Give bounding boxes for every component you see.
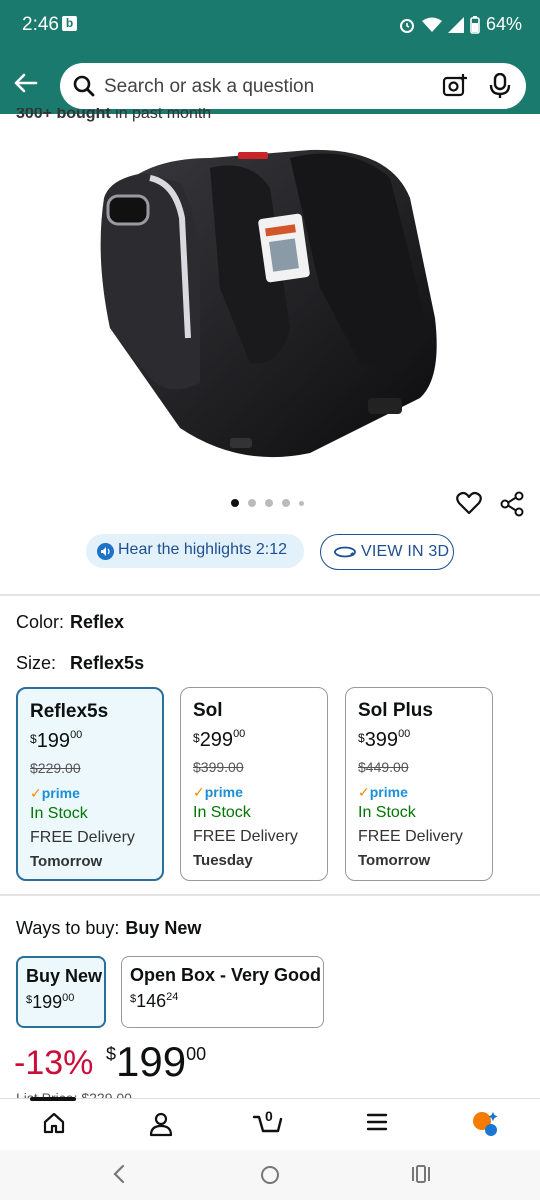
option-price: $19900 [30,729,83,752]
stock-status: In Stock [193,804,251,821]
microphone-icon[interactable] [488,73,512,99]
delivery-text: FREE Delivery [30,829,135,846]
status-right: 64% [398,14,522,35]
android-back-icon[interactable] [110,1164,128,1184]
current-price: $19900 [106,1038,207,1085]
option-price: $29900 [193,728,246,751]
delivery-day: Tomorrow [30,853,103,870]
carousel-dot[interactable] [265,499,273,507]
search-bar[interactable]: Search or ask a question [60,63,526,109]
prime-badge: ✓prime [30,785,80,801]
hear-highlights-button[interactable]: Hear the highlights 2:12 [86,534,304,568]
hear-highlights-label: Hear the highlights 2:12 [118,541,287,558]
delivery-text: FREE Delivery [193,828,298,845]
delivery-text: FREE Delivery [358,828,463,845]
image-carousel-dots[interactable] [231,499,304,507]
carousel-dot[interactable] [282,499,290,507]
section-divider [0,594,540,596]
search-header: Search or ask a question [0,52,540,114]
section-divider [0,894,540,896]
active-tab-indicator [30,1097,76,1101]
android-nav-bar [0,1150,540,1200]
camera-search-icon[interactable] [442,73,468,99]
list-price: $449.00 [358,759,409,775]
alarm-icon [399,18,414,33]
app-notification-icon: b [62,16,77,31]
account-icon[interactable] [148,1111,174,1137]
discount-percent: -13% [14,1044,94,1082]
bottom-nav: 0 [0,1097,540,1150]
delivery-day: Tuesday [193,852,253,869]
rufus-icon[interactable] [470,1109,500,1139]
search-input[interactable]: Search or ask a question [104,76,314,98]
stock-status: In Stock [30,805,88,822]
menu-icon[interactable] [366,1111,388,1133]
battery-percent: 64% [485,14,522,34]
size-option-sol-plus[interactable]: Sol Plus $39900 $449.00 ✓prime In Stock … [345,687,493,881]
android-recents-icon[interactable] [410,1164,432,1184]
3d-rotate-icon [334,546,356,558]
product-image[interactable] [90,138,450,473]
list-price: $399.00 [193,759,244,775]
battery-icon [470,15,480,34]
option-price: $19900 [26,992,75,1012]
carousel-dot[interactable] [248,499,256,507]
prime-badge: ✓prime [193,784,243,800]
delivery-day: Tomorrow [358,852,431,869]
signal-icon [447,16,464,33]
back-arrow-icon[interactable] [10,68,40,98]
size-option-reflex5s[interactable]: Reflex5s $19900 $229.00 ✓prime In Stock … [16,687,164,881]
ways-to-buy: Ways to buy: Buy New [16,918,202,938]
android-home-icon[interactable] [259,1164,281,1186]
speaker-icon [97,543,114,560]
search-icon [73,75,95,97]
color-selection: Color: Reflex [16,612,125,632]
buy-option-open-box[interactable]: Open Box - Very Good $14624 [121,956,324,1028]
status-time: 2:46 [22,14,59,35]
stock-status: In Stock [358,804,416,821]
option-price: $14624 [130,991,179,1011]
status-bar: 2:46 b 64% [0,0,540,52]
prime-badge: ✓prime [358,784,408,800]
size-selection: Size: Reflex5s [16,653,145,673]
bought-count: 300+ bought in past month [16,108,212,122]
cart-button[interactable]: 0 [252,1105,284,1137]
carousel-dot[interactable] [231,499,239,507]
heart-icon[interactable] [456,491,482,515]
view-in-3d-button[interactable]: VIEW IN 3D [320,534,454,570]
home-icon[interactable] [42,1111,66,1135]
carousel-dot[interactable] [299,500,304,506]
view-in-3d-label: VIEW IN 3D [361,543,450,560]
wifi-icon [421,17,442,32]
size-option-sol[interactable]: Sol $29900 $399.00 ✓prime In Stock FREE … [180,687,328,881]
list-price: $229.00 [30,760,81,776]
cart-count: 0 [265,1108,273,1124]
share-icon[interactable] [499,491,525,517]
buy-option-new[interactable]: Buy New $19900 [16,956,106,1028]
option-price: $39900 [358,728,411,751]
